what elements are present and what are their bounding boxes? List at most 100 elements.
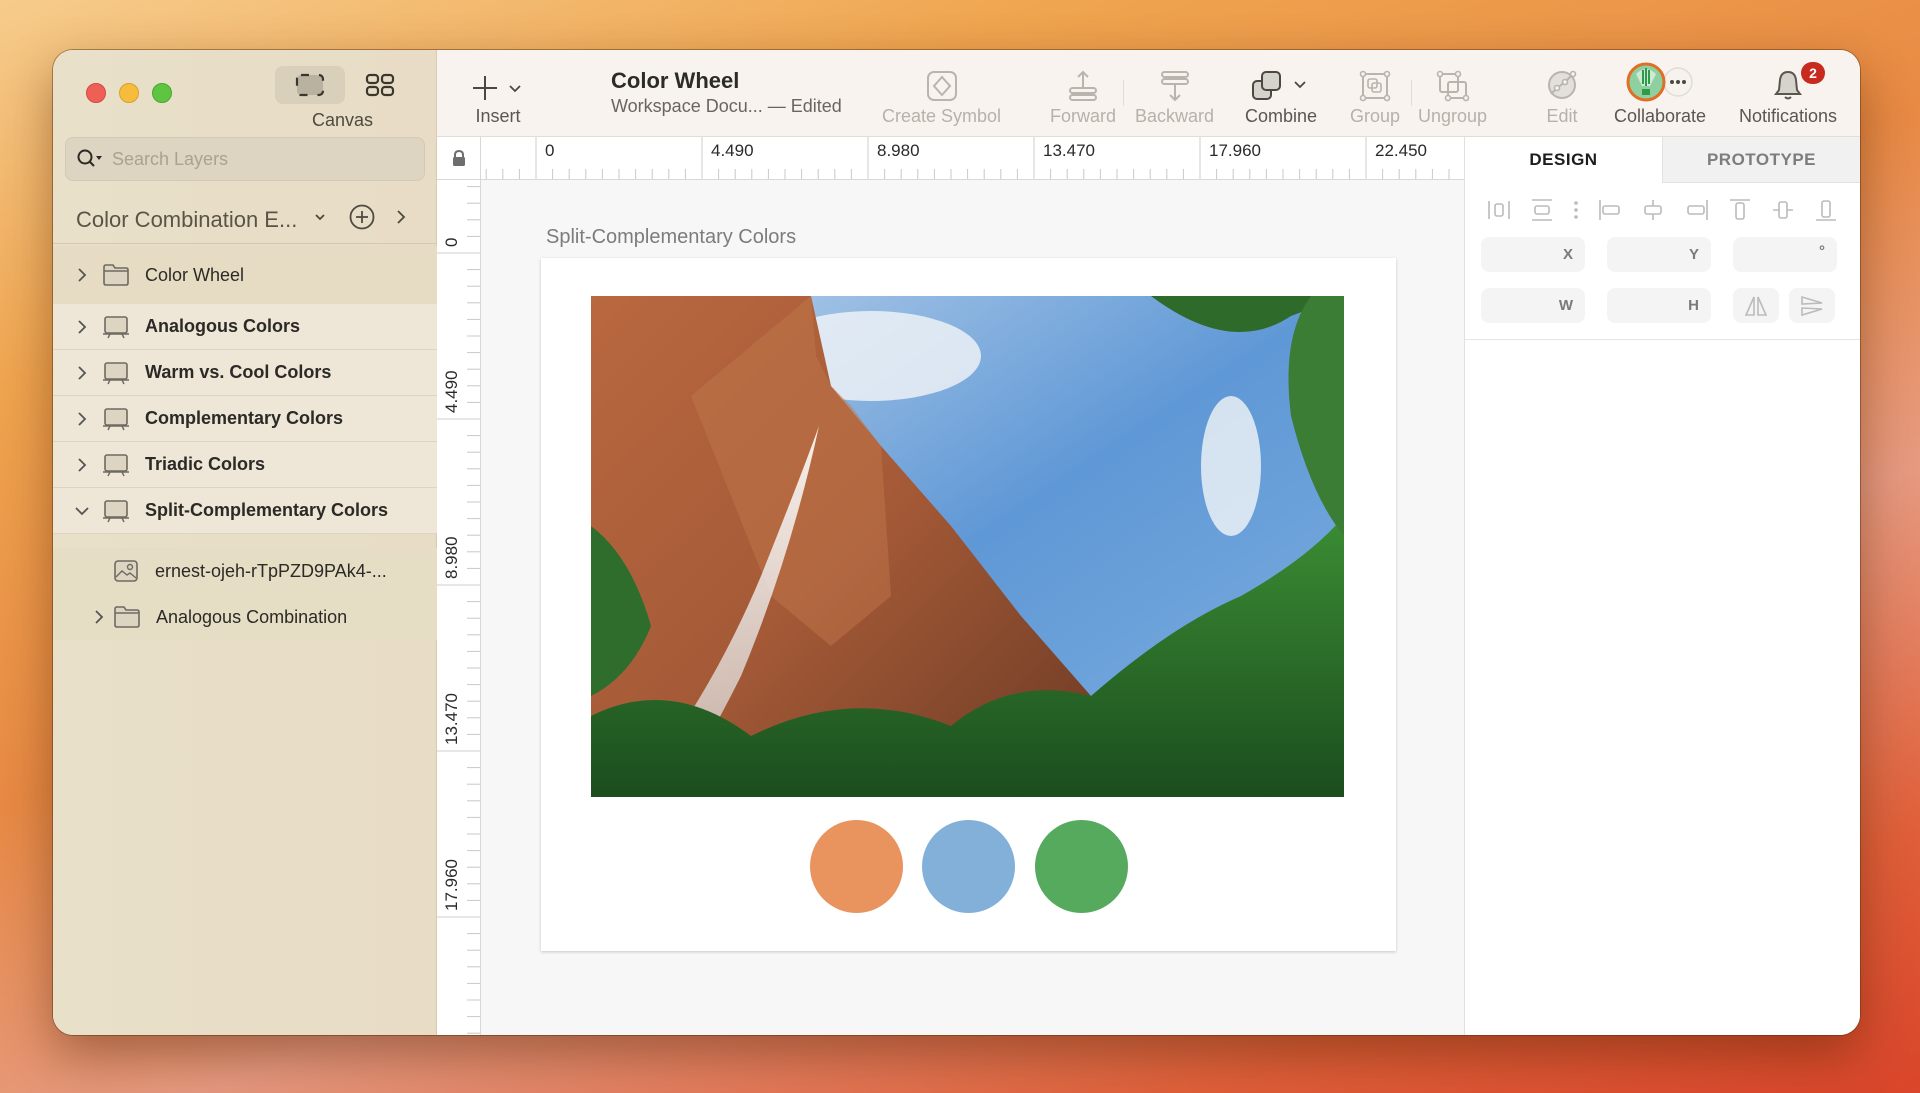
- canvas[interactable]: Split-Complementary Colors: [481, 180, 1464, 1035]
- align-bottom-icon[interactable]: [1814, 198, 1838, 222]
- chevron-right-icon[interactable]: [71, 319, 93, 335]
- layer-children: ernest-ojeh-rTpPZD9PAk4-... Analogous Co…: [53, 548, 437, 640]
- inspector-divider: [1465, 339, 1860, 340]
- ruler-label: 17.960: [1209, 141, 1261, 160]
- close-window-button[interactable]: [86, 83, 106, 103]
- layer-label: ernest-ojeh-rTpPZD9PAk4-...: [155, 560, 387, 581]
- document-status: Workspace Docu... — Edited: [611, 96, 842, 116]
- bring-forward-icon: [1069, 70, 1097, 101]
- layer-item-expanded[interactable]: Split-Complementary Colors: [53, 488, 437, 534]
- align-left-icon[interactable]: [1598, 198, 1622, 222]
- plus-icon: [473, 76, 521, 100]
- layers-list: Color Wheel Analogous Colors Warm vs. Co…: [53, 246, 437, 640]
- chevron-right-icon[interactable]: [71, 267, 93, 283]
- search-layers[interactable]: [65, 137, 425, 181]
- ruler-label: 13.470: [442, 693, 461, 745]
- symbol-icon: [926, 71, 957, 101]
- chevron-down-icon[interactable]: [71, 505, 93, 517]
- layer-item[interactable]: Warm vs. Cool Colors: [53, 350, 437, 396]
- ruler-label: 8.980: [877, 141, 920, 160]
- bell-icon: [1774, 70, 1803, 100]
- view-toggle: [275, 66, 415, 104]
- ruler-label: 4.490: [442, 370, 461, 413]
- zoom-window-button[interactable]: [152, 83, 172, 103]
- collaborate-button[interactable]: Collaborate: [1614, 50, 1706, 137]
- notification-badge: 2: [1801, 62, 1826, 84]
- chevron-right-icon[interactable]: [71, 457, 93, 473]
- chevron-right-icon[interactable]: [71, 365, 93, 381]
- layer-item[interactable]: ernest-ojeh-rTpPZD9PAk4-...: [53, 548, 437, 594]
- x-field[interactable]: X: [1481, 237, 1585, 272]
- toolbar: Insert Color Wheel Workspace Docu... — E…: [437, 50, 1860, 137]
- width-field[interactable]: W: [1481, 288, 1585, 323]
- backward-button[interactable]: Backward: [1135, 50, 1214, 137]
- forward-button[interactable]: Forward: [1050, 50, 1116, 137]
- flip-vertical-button[interactable]: [1789, 288, 1835, 323]
- layer-item[interactable]: Analogous Colors: [53, 304, 437, 350]
- ruler-label: 13.470: [1043, 141, 1095, 160]
- ruler-label: 22.450: [1375, 141, 1427, 160]
- canvas-view-button[interactable]: [275, 66, 345, 104]
- artboard-icon: [101, 499, 131, 523]
- add-page-icon[interactable]: [348, 203, 376, 236]
- layer-label: Triadic Colors: [145, 454, 266, 474]
- tab-design[interactable]: DESIGN: [1465, 137, 1662, 183]
- position-size-fields: X Y ° W H: [1465, 237, 1860, 323]
- document-title: Color Wheel Workspace Docu... — Edited: [611, 68, 842, 117]
- more-options-icon[interactable]: [1573, 198, 1579, 222]
- ruler-label: 0: [545, 141, 554, 160]
- collaborator-avatar-icon: [1626, 62, 1693, 102]
- blue-swatch[interactable]: [922, 820, 1015, 913]
- insert-button[interactable]: Insert: [473, 50, 523, 137]
- layer-label: Analogous Colors: [145, 316, 301, 336]
- ruler-label: 8.980: [442, 536, 461, 579]
- chevron-right-icon[interactable]: [88, 609, 110, 625]
- layer-item[interactable]: Triadic Colors: [53, 442, 437, 488]
- create-symbol-button[interactable]: Create Symbol: [882, 50, 1001, 137]
- layer-item[interactable]: Color Wheel: [53, 246, 437, 304]
- rotation-field[interactable]: °: [1733, 237, 1837, 272]
- flip-horizontal-button[interactable]: [1733, 288, 1779, 323]
- align-center-horizontal-icon[interactable]: [1641, 198, 1665, 222]
- artboard[interactable]: [541, 258, 1396, 951]
- distribute-horizontal-icon[interactable]: [1487, 198, 1511, 222]
- lock-icon: [452, 150, 465, 166]
- combine-button[interactable]: Combine: [1245, 50, 1317, 137]
- layer-label: Warm vs. Cool Colors: [145, 362, 332, 382]
- green-swatch[interactable]: [1035, 820, 1128, 913]
- align-top-icon[interactable]: [1728, 198, 1752, 222]
- chevron-right-icon[interactable]: [394, 208, 408, 231]
- grid-view-icon: [365, 73, 395, 97]
- landscape-photo[interactable]: [591, 296, 1344, 797]
- align-right-icon[interactable]: [1685, 198, 1709, 222]
- search-layers-input[interactable]: [112, 148, 392, 170]
- artboard-icon: [101, 315, 131, 339]
- layer-item[interactable]: Complementary Colors: [53, 396, 437, 442]
- distribute-vertical-icon[interactable]: [1530, 198, 1554, 222]
- layer-label: Split-Complementary Colors: [145, 500, 389, 520]
- page-selector[interactable]: Color Combination E...: [53, 196, 437, 244]
- ungroup-button[interactable]: Ungroup: [1418, 50, 1487, 137]
- tab-prototype[interactable]: PROTOTYPE: [1662, 137, 1860, 183]
- chevron-right-icon[interactable]: [71, 411, 93, 427]
- layer-item[interactable]: Analogous Combination: [53, 594, 437, 640]
- notifications-button[interactable]: 2 Notifications: [1739, 50, 1837, 137]
- minimize-window-button[interactable]: [119, 83, 139, 103]
- ruler-label: 17.960: [442, 859, 461, 911]
- chevron-down-icon[interactable]: [312, 209, 328, 230]
- artboard-title[interactable]: Split-Complementary Colors: [546, 226, 796, 249]
- ruler-lock-button[interactable]: [437, 137, 481, 180]
- layer-label: Color Wheel: [145, 264, 245, 285]
- layers-sidebar: Canvas Color Combination E... Color Whee…: [53, 50, 437, 1035]
- canvas-label: Canvas: [312, 110, 374, 130]
- height-field[interactable]: H: [1607, 288, 1711, 323]
- artboard-icon: [101, 361, 131, 385]
- grid-view-button[interactable]: [345, 66, 415, 104]
- layer-label: Complementary Colors: [145, 408, 344, 428]
- document-name: Color Wheel: [611, 68, 740, 93]
- group-button[interactable]: Group: [1350, 50, 1400, 137]
- orange-swatch[interactable]: [810, 820, 903, 913]
- edit-button[interactable]: Edit: [1545, 50, 1579, 137]
- align-middle-vertical-icon[interactable]: [1771, 198, 1795, 222]
- y-field[interactable]: Y: [1607, 237, 1711, 272]
